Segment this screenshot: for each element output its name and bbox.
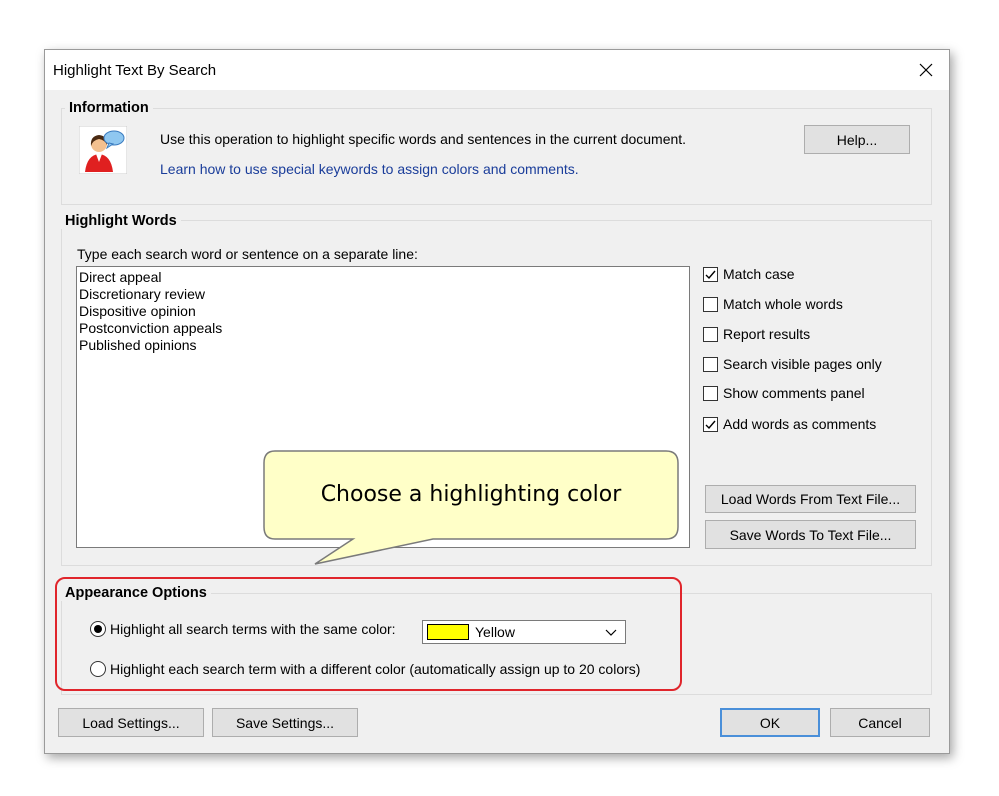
match-case-label: Match case <box>723 266 795 282</box>
checkbox-box <box>703 327 718 342</box>
match-whole-words-label: Match whole words <box>723 296 843 312</box>
checkbox-box <box>703 386 718 401</box>
title-bar: Highlight Text By Search <box>45 50 949 90</box>
checkbox-box <box>703 267 718 282</box>
match-whole-words-checkbox[interactable]: Match whole words <box>703 296 843 312</box>
help-button[interactable]: Help... <box>804 125 910 154</box>
checkmark-icon <box>704 418 717 431</box>
appearance-highlight-outline <box>55 577 682 691</box>
save-settings-button[interactable]: Save Settings... <box>212 708 358 737</box>
load-words-button[interactable]: Load Words From Text File... <box>705 485 916 513</box>
search-visible-pages-label: Search visible pages only <box>723 356 882 372</box>
close-button[interactable] <box>903 50 949 90</box>
search-line: Direct appeal <box>79 269 687 286</box>
add-words-as-comments-label: Add words as comments <box>723 416 876 432</box>
callout-bubble <box>263 450 679 568</box>
report-results-checkbox[interactable]: Report results <box>703 326 810 342</box>
checkbox-box <box>703 357 718 372</box>
add-words-as-comments-checkbox[interactable]: Add words as comments <box>703 416 876 432</box>
dialog-title: Highlight Text By Search <box>53 62 216 79</box>
highlight-dialog: Highlight Text By Search Information Use… <box>44 49 950 754</box>
search-line: Dispositive opinion <box>79 303 687 320</box>
search-line: Postconviction appeals <box>79 320 687 337</box>
report-results-label: Report results <box>723 326 810 342</box>
search-instruction: Type each search word or sentence on a s… <box>77 246 418 262</box>
callout-text: Choose a highlighting color <box>263 482 679 507</box>
keywords-help-link[interactable]: Learn how to use special keywords to ass… <box>160 161 579 177</box>
match-case-checkbox[interactable]: Match case <box>703 266 795 282</box>
information-description: Use this operation to highlight specific… <box>160 131 686 147</box>
cancel-button[interactable]: Cancel <box>830 708 930 737</box>
checkbox-box <box>703 417 718 432</box>
user-info-icon <box>79 126 127 174</box>
checkmark-icon <box>704 268 717 281</box>
information-title: Information <box>65 100 153 116</box>
highlight-words-title: Highlight Words <box>61 213 181 229</box>
information-group <box>61 108 932 205</box>
close-icon <box>919 63 933 77</box>
save-words-button[interactable]: Save Words To Text File... <box>705 520 916 549</box>
search-visible-pages-checkbox[interactable]: Search visible pages only <box>703 356 882 372</box>
search-line: Discretionary review <box>79 286 687 303</box>
search-line: Published opinions <box>79 337 687 354</box>
checkbox-box <box>703 297 718 312</box>
ok-button[interactable]: OK <box>720 708 820 737</box>
show-comments-panel-checkbox[interactable]: Show comments panel <box>703 385 865 401</box>
load-settings-button[interactable]: Load Settings... <box>58 708 204 737</box>
show-comments-panel-label: Show comments panel <box>723 385 865 401</box>
